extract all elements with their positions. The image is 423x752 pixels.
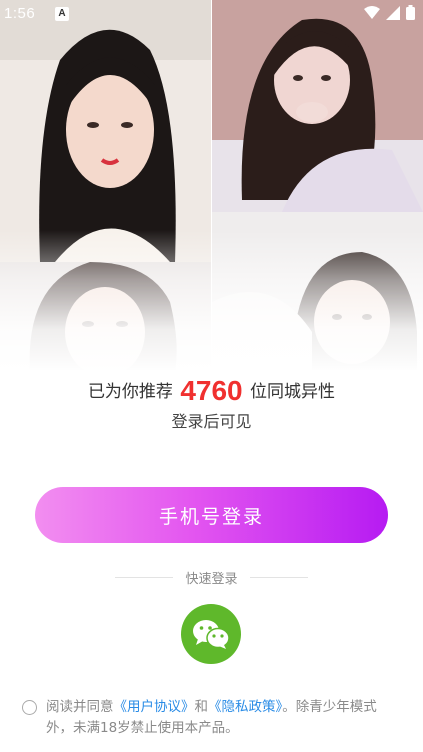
agreement-line1: 阅读并同意《用户协议》和《隐私政策》。除青少年模式 [22,697,407,718]
divider-line-right [250,577,308,578]
agreement-checkbox[interactable] [22,700,37,715]
status-bar: 1:56 A [0,0,423,30]
agreement: 阅读并同意《用户协议》和《隐私政策》。除青少年模式 外，未满18岁禁止使用本产品… [22,697,407,739]
agreement-prefix: 阅读并同意 [46,699,114,715]
user-agreement-link[interactable]: 《用户协议》 [114,699,195,715]
agreement-and: 和 [194,699,209,715]
recommend-text: 已为你推荐 4760 位同城异性 [0,374,423,409]
recommend-prefix: 已为你推荐 [87,382,173,402]
wifi-icon [364,5,380,19]
wechat-icon [193,620,230,649]
privacy-policy-link[interactable]: 《隐私政策》 [208,699,282,715]
notification-icon: A [55,7,69,21]
quick-login-label: 快速登录 [185,572,238,587]
battery-icon [406,5,415,20]
photo-fade-overlay [0,230,423,370]
agreement-line2: 外，未满18岁禁止使用本产品。 [46,720,239,736]
status-icons [364,5,415,20]
signal-icon [386,5,400,20]
recommend-suffix: 位同城异性 [250,382,336,402]
status-time: 1:56 [4,5,36,22]
photo-grid [0,0,423,370]
agreement-suffix: 。除青少年模式 [282,699,377,715]
recommend-count: 4760 [180,375,243,406]
wechat-login-button[interactable] [181,604,241,664]
quick-login-divider: 快速登录 [0,567,423,587]
phone-login-button[interactable]: 手机号登录 [35,487,388,543]
photo-1 [0,0,211,262]
photo-2 [212,0,423,212]
visible-after-login-text: 登录后可见 [171,412,252,431]
